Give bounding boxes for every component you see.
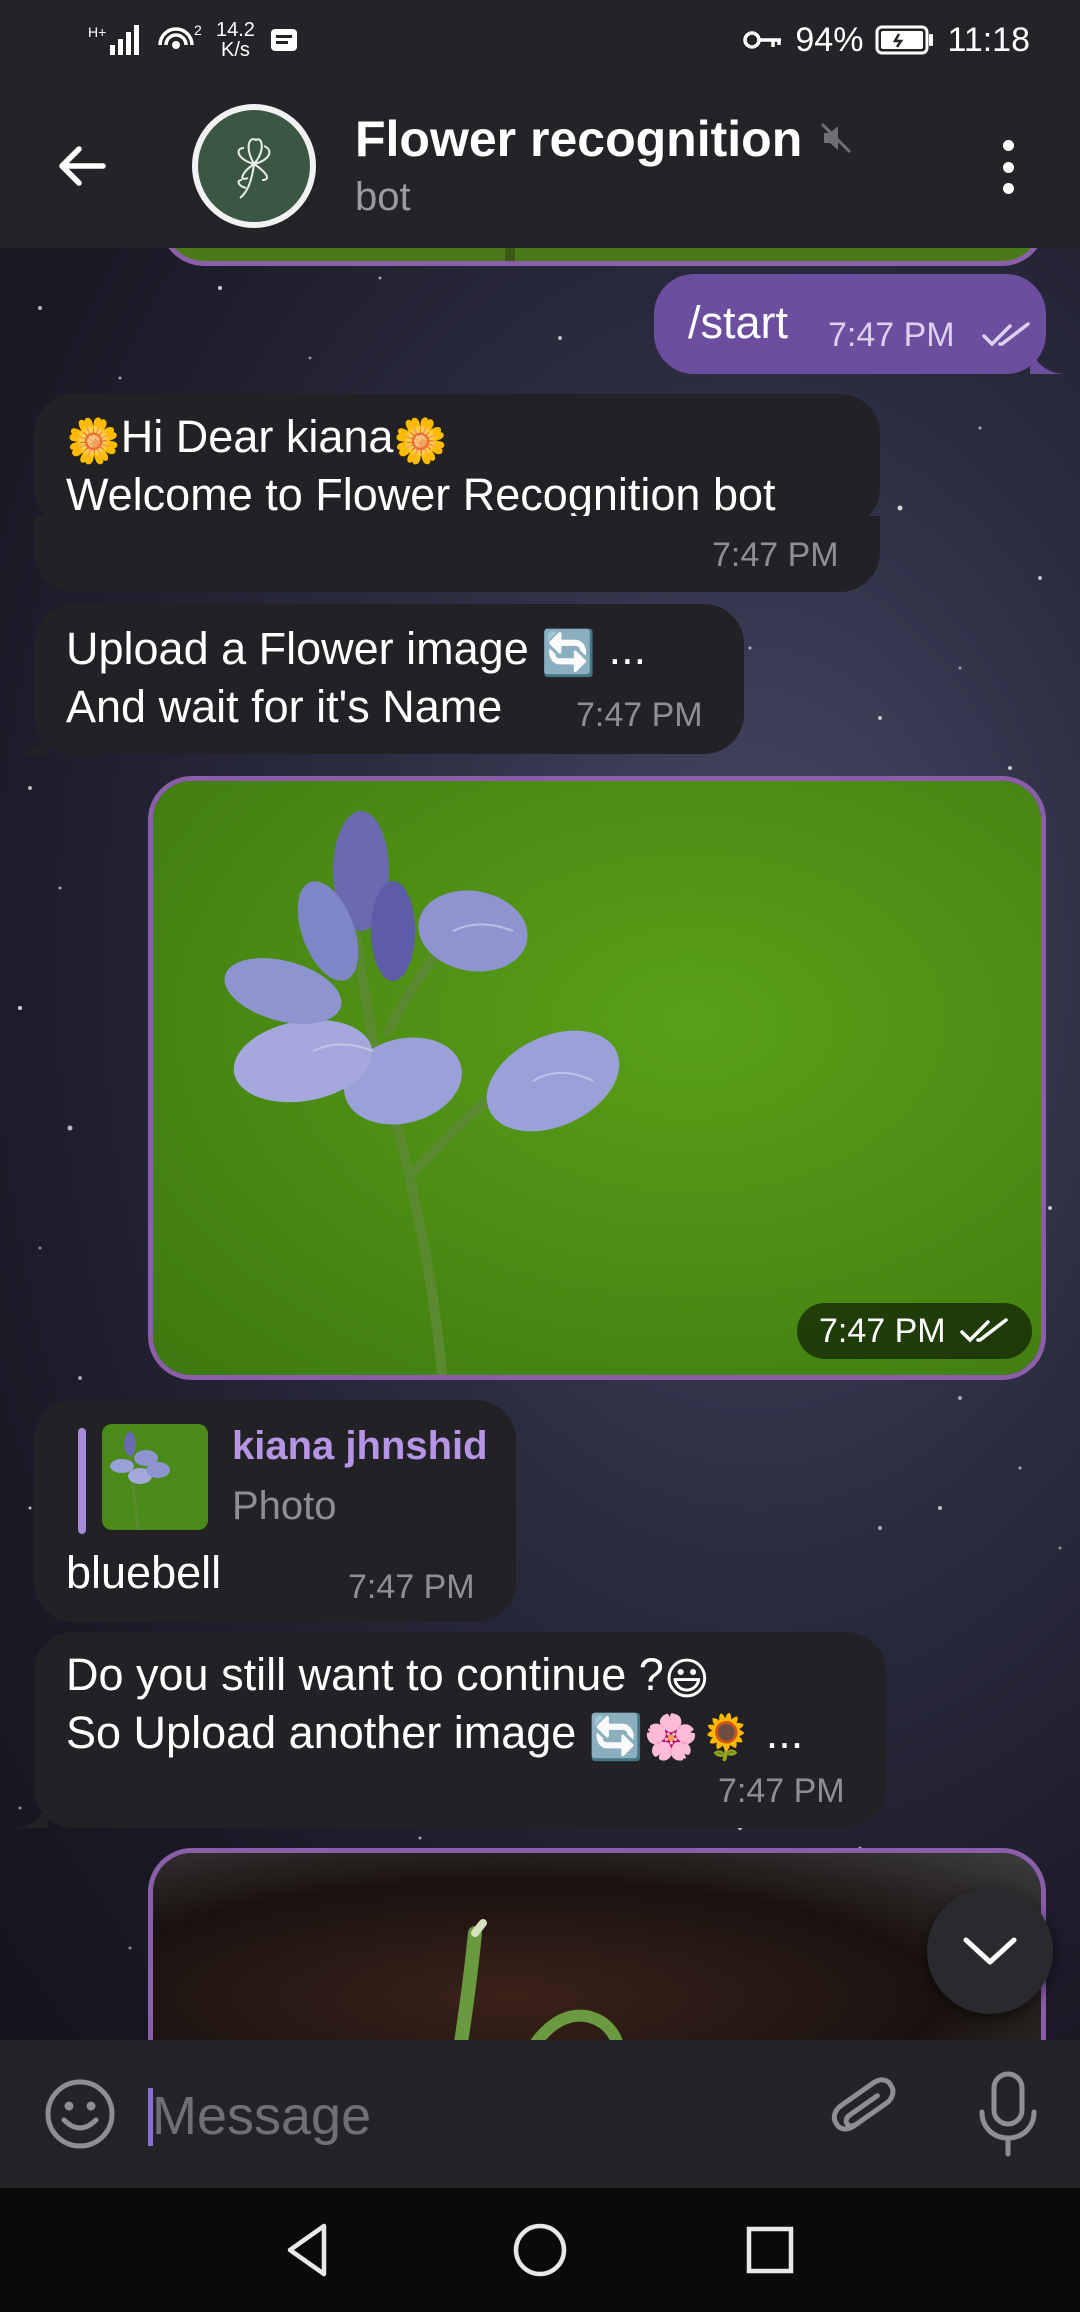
- nav-home-icon[interactable]: [510, 2220, 570, 2280]
- photo-detail: [505, 248, 515, 261]
- continue-line2: So Upload another image: [66, 1707, 577, 1758]
- continue-suffix: ...: [765, 1707, 804, 1758]
- cherry-blossom-emoji: 🌸: [643, 1713, 699, 1762]
- scroll-to-bottom-button[interactable]: [927, 1888, 1053, 2014]
- mic-icon[interactable]: [970, 2070, 1046, 2158]
- message-bubble-outgoing[interactable]: /start 7:47 PM: [654, 274, 1046, 374]
- message-text: bluebell: [66, 1547, 222, 1598]
- svg-text:H+: H+: [88, 24, 106, 40]
- sunflower-emoji: 🌼: [66, 417, 121, 466]
- message-bubble-incoming[interactable]: 🌼Hi Dear kiana🌼 Welcome to Flower Recogn…: [34, 394, 880, 528]
- emoji-icon[interactable]: [42, 2076, 118, 2152]
- welcome-line1: Hi Dear kiana: [120, 411, 394, 462]
- message-time: 7:47 PM: [348, 1568, 475, 1606]
- message-text: /start: [688, 297, 789, 348]
- message-bubble-incoming[interactable]: Do you still want to continue ?😃 So Uplo…: [34, 1632, 886, 1828]
- bot-avatar[interactable]: [192, 104, 316, 228]
- reply-quote-bar: [78, 1428, 86, 1534]
- message-text: Do you still want to continue ?😃: [66, 1646, 710, 1703]
- back-arrow-icon: [59, 146, 106, 186]
- signal-icon: H+: [88, 24, 139, 55]
- upload-line1: Upload a Flower image: [66, 623, 529, 674]
- photo-message[interactable]: [148, 1848, 1046, 2040]
- status-left: H+ 2 14.2 K/s: [88, 18, 299, 62]
- bubble-tail: [1030, 344, 1064, 374]
- notification-icon: [270, 29, 297, 51]
- message-time: 7:47 PM: [718, 1772, 845, 1810]
- message-text: So Upload another image 🔄🌸🌻 ...: [66, 1704, 803, 1761]
- more-vert-icon: [1002, 140, 1014, 151]
- chat-title[interactable]: Flower recognition: [355, 110, 802, 168]
- sunflower-emoji: 🌻: [698, 1713, 754, 1762]
- clock: 11:18: [947, 20, 1030, 59]
- bluebell-photo: [153, 781, 1041, 1375]
- more-vert-dot: [1002, 161, 1014, 173]
- svg-text:2: 2: [194, 22, 202, 38]
- message-time: 7:47 PM: [819, 1311, 946, 1350]
- flower-icon: [237, 138, 271, 199]
- message-bubble-incoming[interactable]: Upload a Flower image 🔄 ... And wait for…: [34, 604, 744, 754]
- sunflower-emoji: 🌼: [393, 417, 449, 466]
- upload-suffix: ...: [608, 623, 647, 674]
- chat-subtitle: bot: [355, 175, 411, 219]
- photo-message[interactable]: 7:47 PM: [148, 776, 1046, 1380]
- message-text: Upload a Flower image 🔄 ...: [66, 620, 646, 677]
- nav-recents-icon[interactable]: [740, 2220, 800, 2280]
- message-text: Welcome to Flower Recognition bot: [66, 469, 776, 520]
- refresh-emoji: 🔄: [588, 1713, 644, 1762]
- battery-percent: 94%: [795, 20, 864, 59]
- double-check-icon: [982, 322, 1030, 347]
- double-check-icon: [959, 1318, 1008, 1343]
- status-right: 94% 11:18: [743, 18, 1030, 62]
- chat-area[interactable]: /start 7:47 PM 🌼Hi Dear kiana🌼 Welcome t…: [0, 248, 1080, 2040]
- network-speed: 14.2 K/s: [216, 20, 255, 60]
- chat-header: Flower recognition bot: [0, 80, 1080, 248]
- battery-icon: [875, 25, 934, 55]
- message-time: 7:47 PM: [828, 316, 955, 354]
- message-time: 7:47 PM: [576, 696, 703, 734]
- message-input-bar: [0, 2040, 1080, 2188]
- back-button[interactable]: [40, 124, 124, 208]
- message-text: And wait for it's Name: [66, 681, 503, 732]
- reply-author: kiana jhnshid: [232, 1424, 488, 1468]
- bubble-tail: [14, 724, 48, 754]
- continue-line1: Do you still want to continue ?: [66, 1649, 664, 1700]
- mute-icon: [820, 122, 852, 154]
- nav-back-icon[interactable]: [278, 2220, 338, 2280]
- status-bar: H+ 2 14.2 K/s 94% 11:18: [0, 0, 1080, 80]
- more-vert-dot: [1002, 183, 1014, 194]
- chevron-down-icon: [963, 1937, 1017, 1965]
- photo-time-pill: 7:47 PM: [797, 1303, 1032, 1359]
- hotspot-icon: 2: [158, 22, 202, 49]
- previous-photo-edge: [160, 248, 1046, 266]
- speed-unit: K/s: [221, 39, 250, 61]
- bluebell-thumbnail: [102, 1424, 208, 1530]
- refresh-emoji: 🔄: [541, 629, 597, 678]
- reply-thumbnail: [102, 1424, 208, 1530]
- reply-type: Photo: [232, 1484, 337, 1528]
- more-options-button[interactable]: [980, 132, 1036, 202]
- message-input[interactable]: [152, 2080, 792, 2152]
- bubble-tail: [14, 1798, 48, 1828]
- message-time-overlay: 7:47 PM: [712, 536, 839, 574]
- message-text: 🌼Hi Dear kiana🌼: [66, 408, 448, 465]
- paperclip-icon[interactable]: [824, 2072, 908, 2156]
- speed-value: 14.2: [216, 19, 255, 41]
- smile-emoji: 😃: [663, 1655, 710, 1704]
- system-nav-bar: [0, 2188, 1080, 2312]
- snowdrop-photo: [153, 1853, 1041, 2040]
- key-icon: [743, 31, 782, 49]
- message-bubble-reply[interactable]: kiana jhnshid Photo bluebell 7:47 PM: [34, 1400, 516, 1622]
